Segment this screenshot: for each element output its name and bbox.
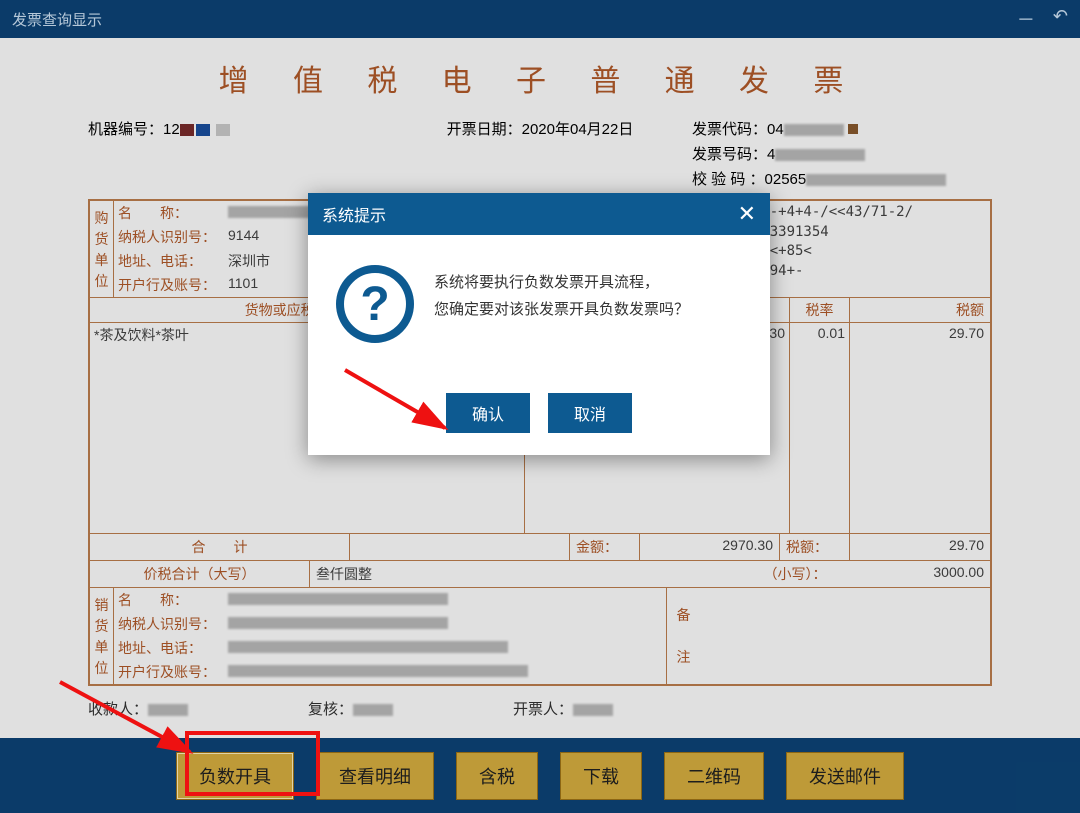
confirm-button[interactable]: 确认: [446, 393, 530, 433]
question-icon: ?: [336, 265, 414, 343]
dialog-title: 系统提示: [322, 202, 386, 226]
cancel-button[interactable]: 取消: [548, 393, 632, 433]
confirm-dialog: 系统提示 ✕ ? 系统将要执行负数发票开具流程， 您确定要对该张发票开具负数发票…: [308, 193, 770, 455]
close-icon[interactable]: ✕: [738, 201, 756, 227]
dialog-message: 系统将要执行负数发票开具流程， 您确定要对该张发票开具负数发票吗？: [434, 265, 689, 343]
